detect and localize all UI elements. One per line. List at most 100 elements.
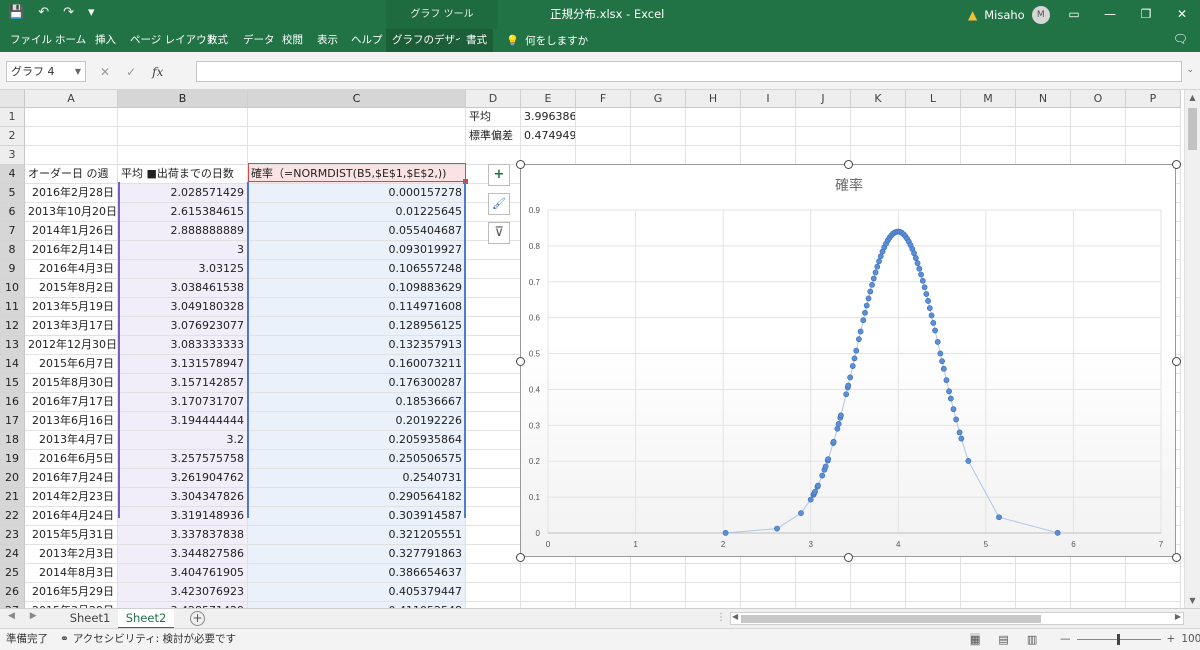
- row-header-21[interactable]: 21: [0, 488, 25, 507]
- row-header-1[interactable]: 1: [0, 108, 25, 127]
- cell[interactable]: [1016, 146, 1071, 165]
- avg-days-cell[interactable]: 3.049180328: [118, 298, 248, 317]
- avg-days-cell[interactable]: 3.257575758: [118, 450, 248, 469]
- resize-handle[interactable]: [516, 553, 525, 562]
- cell[interactable]: [1016, 127, 1071, 146]
- cell[interactable]: [851, 583, 906, 602]
- column-header-i[interactable]: I: [741, 90, 796, 108]
- cell[interactable]: [796, 564, 851, 583]
- avg-days-cell[interactable]: 3.038461538: [118, 279, 248, 298]
- cell[interactable]: [686, 127, 741, 146]
- week-cell[interactable]: 2016年2月14日: [25, 241, 118, 260]
- row-header-2[interactable]: 2: [0, 127, 25, 146]
- row-header-9[interactable]: 9: [0, 260, 25, 279]
- cell[interactable]: [686, 146, 741, 165]
- probability-cell[interactable]: 0.160073211: [248, 355, 466, 374]
- add-sheet-button[interactable]: +: [190, 611, 205, 626]
- cancel-icon[interactable]: ✕: [100, 65, 110, 79]
- probability-cell[interactable]: 0.000157278: [248, 184, 466, 203]
- week-cell[interactable]: 2015年5月31日: [25, 526, 118, 545]
- insert-function-icon[interactable]: fx: [152, 65, 163, 79]
- cell[interactable]: [906, 127, 961, 146]
- avg-days-cell[interactable]: 3: [118, 241, 248, 260]
- tab-data[interactable]: データ: [243, 29, 275, 52]
- avg-days-cell[interactable]: 3.319148936: [118, 507, 248, 526]
- cell[interactable]: [466, 507, 521, 526]
- week-cell[interactable]: 2014年1月26日: [25, 222, 118, 241]
- column-header-a[interactable]: A: [25, 90, 118, 108]
- cell[interactable]: [961, 564, 1016, 583]
- cell[interactable]: [1126, 127, 1181, 146]
- resize-handle[interactable]: [1172, 356, 1181, 366]
- row-header-4[interactable]: 4: [0, 165, 25, 184]
- restore-icon[interactable]: ❐: [1128, 0, 1164, 29]
- resize-handle[interactable]: [844, 553, 853, 562]
- cell[interactable]: [741, 127, 796, 146]
- cell[interactable]: [466, 450, 521, 469]
- normal-view-icon[interactable]: ▦: [970, 633, 981, 646]
- row-header-18[interactable]: 18: [0, 431, 25, 450]
- cell[interactable]: [25, 108, 118, 127]
- row-header-23[interactable]: 23: [0, 526, 25, 545]
- cell[interactable]: [741, 564, 796, 583]
- cell[interactable]: [466, 374, 521, 393]
- column-header-d[interactable]: D: [466, 90, 521, 108]
- week-cell[interactable]: 2013年2月3日: [25, 545, 118, 564]
- chart-filters-button[interactable]: ⊽: [488, 222, 510, 244]
- week-cell[interactable]: 2016年6月5日: [25, 450, 118, 469]
- week-cell[interactable]: 2015年8月30日: [25, 374, 118, 393]
- tab-view[interactable]: 表示: [317, 29, 338, 52]
- cell[interactable]: [631, 564, 686, 583]
- redo-icon[interactable]: ↷: [63, 5, 74, 20]
- week-cell[interactable]: 2015年6月7日: [25, 355, 118, 374]
- row-header-5[interactable]: 5: [0, 184, 25, 203]
- week-cell[interactable]: 2015年8月2日: [25, 279, 118, 298]
- avg-days-cell[interactable]: 2.888888889: [118, 222, 248, 241]
- cell[interactable]: [961, 583, 1016, 602]
- sd-value[interactable]: 0.474949: [521, 127, 576, 146]
- week-cell[interactable]: 2013年10月20日: [25, 203, 118, 222]
- avg-days-cell[interactable]: 3.404761905: [118, 564, 248, 583]
- week-cell[interactable]: 2016年7月17日: [25, 393, 118, 412]
- row-header-15[interactable]: 15: [0, 374, 25, 393]
- resize-handle[interactable]: [516, 160, 525, 169]
- comments-icon[interactable]: 🗨: [1173, 32, 1188, 46]
- scroll-up-icon[interactable]: ▲: [1185, 90, 1200, 105]
- cell[interactable]: [961, 146, 1016, 165]
- scroll-right-icon[interactable]: ▶: [1175, 612, 1181, 621]
- probability-cell[interactable]: 0.18536667: [248, 393, 466, 412]
- sd-label[interactable]: 標準偏差: [466, 127, 521, 146]
- cell[interactable]: [631, 583, 686, 602]
- cell[interactable]: [521, 564, 576, 583]
- scroll-down-icon[interactable]: ▼: [1185, 593, 1200, 608]
- cell[interactable]: [851, 127, 906, 146]
- week-cell[interactable]: 2013年6月16日: [25, 412, 118, 431]
- week-cell[interactable]: 2014年8月3日: [25, 564, 118, 583]
- probability-cell[interactable]: 0.290564182: [248, 488, 466, 507]
- cell[interactable]: [466, 526, 521, 545]
- cell[interactable]: [466, 355, 521, 374]
- row-header-20[interactable]: 20: [0, 469, 25, 488]
- table-header[interactable]: 確率（=NORMDIST(B5,$E$1,$E$2,)): [248, 165, 466, 184]
- week-cell[interactable]: 2012年12月30日: [25, 336, 118, 355]
- cell[interactable]: [466, 412, 521, 431]
- probability-cell[interactable]: 0.327791863: [248, 545, 466, 564]
- probability-cell[interactable]: 0.176300287: [248, 374, 466, 393]
- cell[interactable]: [576, 146, 631, 165]
- week-cell[interactable]: 2016年5月29日: [25, 583, 118, 602]
- cell[interactable]: [686, 108, 741, 127]
- cell[interactable]: [466, 545, 521, 564]
- avg-days-cell[interactable]: 3.170731707: [118, 393, 248, 412]
- row-header-25[interactable]: 25: [0, 564, 25, 583]
- formula-input[interactable]: [196, 61, 1182, 82]
- cell[interactable]: [466, 564, 521, 583]
- row-header-24[interactable]: 24: [0, 545, 25, 564]
- customize-qat-icon[interactable]: ▾: [88, 5, 95, 20]
- horizontal-scroll-thumb[interactable]: [741, 615, 1041, 623]
- cell[interactable]: [466, 298, 521, 317]
- week-cell[interactable]: 2016年4月24日: [25, 507, 118, 526]
- probability-cell[interactable]: 0.303914587: [248, 507, 466, 526]
- row-header-6[interactable]: 6: [0, 203, 25, 222]
- cell[interactable]: [466, 279, 521, 298]
- probability-cell[interactable]: 0.109883629: [248, 279, 466, 298]
